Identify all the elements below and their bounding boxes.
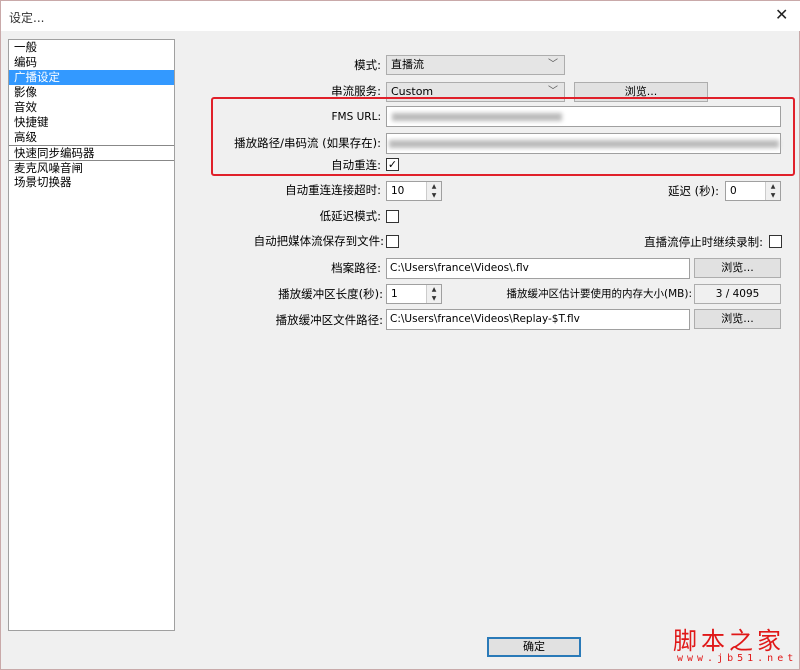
low-latency-label: 低延迟模式: bbox=[81, 207, 381, 225]
sidebar-item-general[interactable]: 一般 bbox=[9, 40, 174, 55]
timeout-value: 10 bbox=[391, 183, 404, 199]
ok-button[interactable]: 确定 bbox=[487, 637, 581, 657]
buffer-memory-value: 3 / 4095 bbox=[694, 284, 781, 304]
buffer-file-input[interactable]: C:\Users\france\Videos\Replay-$T.flv bbox=[386, 309, 690, 330]
redacted-value bbox=[389, 140, 779, 148]
redacted-value bbox=[392, 113, 562, 121]
watermark-logo: 脚本之家 bbox=[673, 621, 785, 656]
title-bar bbox=[1, 1, 800, 31]
buffer-memory-label: 播放缓冲区估计要使用的内存大小(MB): bbox=[392, 285, 692, 303]
auto-reconnect-checkbox[interactable]: ✓ bbox=[386, 158, 399, 171]
settings-category-list[interactable]: 一般 编码 广播设定 影像 音效 快捷键 高级 快速同步编码器 麦克风噪音闸 场… bbox=[8, 39, 175, 631]
keep-recording-checkbox[interactable] bbox=[769, 235, 782, 248]
buffer-length-label: 播放缓冲区长度(秒): bbox=[83, 285, 383, 303]
autosave-label: 自动把媒体流保存到文件: bbox=[84, 232, 384, 250]
watermark-url: www.jb51.net bbox=[677, 653, 797, 664]
mode-select[interactable]: 直播流 ﹀ bbox=[386, 55, 565, 75]
low-latency-checkbox[interactable] bbox=[386, 210, 399, 223]
window-title: 设定... bbox=[9, 9, 44, 26]
mode-label: 模式: bbox=[81, 56, 381, 74]
reconnect-timeout-label: 自动重连连接超时: bbox=[81, 181, 381, 199]
mode-value: 直播流 bbox=[391, 58, 424, 71]
buffer-file-browse-button[interactable]: 浏览... bbox=[694, 309, 781, 329]
close-icon[interactable]: ✕ bbox=[775, 5, 788, 24]
delay-spinner[interactable]: 0 ▲▼ bbox=[725, 181, 781, 201]
fms-url-input[interactable] bbox=[386, 106, 781, 127]
file-browse-button[interactable]: 浏览... bbox=[694, 258, 781, 278]
play-path-label: 播放路径/串码流 (如果存在): bbox=[81, 134, 381, 152]
file-path-label: 档案路径: bbox=[81, 259, 381, 277]
file-path-input[interactable]: C:\Users\france\Videos\.flv bbox=[386, 258, 690, 279]
delay-value: 0 bbox=[730, 183, 737, 199]
buffer-file-label: 播放缓冲区文件路径: bbox=[83, 311, 383, 329]
spin-arrows-icon[interactable]: ▲▼ bbox=[765, 182, 780, 200]
auto-reconnect-label: 自动重连: bbox=[81, 156, 381, 174]
keep-recording-label: 直播流停止时继续录制: bbox=[463, 233, 763, 251]
chevron-down-icon: ﹀ bbox=[548, 56, 558, 74]
fms-url-label: FMS URL: bbox=[81, 108, 381, 126]
delay-label: 延迟 (秒): bbox=[419, 182, 719, 200]
play-path-input[interactable] bbox=[386, 133, 781, 154]
autosave-checkbox[interactable] bbox=[386, 235, 399, 248]
